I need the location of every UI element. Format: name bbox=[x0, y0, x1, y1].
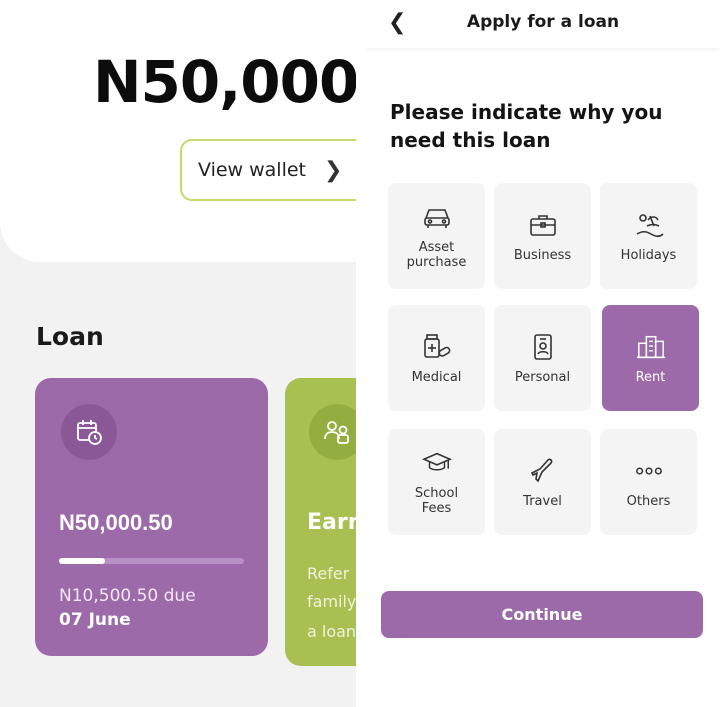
reason-holidays[interactable]: Holidays bbox=[600, 183, 697, 289]
briefcase-icon bbox=[528, 210, 558, 240]
loan-card[interactable]: N50,000.50 N10,500.50 due 07 June bbox=[35, 378, 268, 656]
reason-label: Medical bbox=[411, 369, 462, 385]
earn-text-line: family bbox=[307, 592, 356, 611]
page-title: Apply for a loan bbox=[466, 12, 620, 32]
calendar-clock-icon bbox=[61, 404, 117, 460]
apply-loan-screen: ❮ Apply for a loan Please indicate why y… bbox=[366, 0, 720, 707]
beach-icon bbox=[634, 210, 664, 240]
view-wallet-button[interactable]: View wallet ❯ bbox=[180, 139, 356, 201]
loan-due-amount: N10,500.50 due bbox=[59, 586, 196, 606]
reason-asset-purchase[interactable]: Asset purchase bbox=[388, 183, 485, 289]
loan-amount: N50,000.50 bbox=[59, 510, 173, 535]
loan-section-title: Loan bbox=[36, 322, 104, 351]
earn-title: Earn bbox=[307, 510, 356, 535]
app-header: ❮ Apply for a loan bbox=[366, 0, 720, 48]
repayment-progress-fill bbox=[59, 558, 106, 564]
reason-label: Business bbox=[513, 247, 572, 263]
car-icon bbox=[422, 202, 452, 232]
loan-due-date: 07 June bbox=[59, 610, 131, 630]
buildings-icon bbox=[636, 332, 666, 362]
reason-rent[interactable]: Rent bbox=[602, 305, 699, 411]
balance-panel: N50,000 View wallet ❯ bbox=[0, 0, 356, 262]
id-badge-icon bbox=[528, 332, 558, 362]
earn-card[interactable]: Earn Refer family a loan bbox=[285, 378, 356, 666]
graduation-cap-icon bbox=[421, 448, 452, 478]
reason-label: Others bbox=[626, 493, 671, 509]
users-icon bbox=[309, 404, 356, 460]
dots-icon bbox=[634, 456, 664, 486]
reason-label: School Fees bbox=[414, 486, 459, 516]
continue-button[interactable]: Continue bbox=[381, 591, 703, 638]
reason-personal[interactable]: Personal bbox=[494, 305, 591, 411]
reason-label: Rent bbox=[635, 369, 666, 385]
reason-label: Travel bbox=[523, 493, 562, 509]
reason-travel[interactable]: Travel bbox=[494, 429, 591, 535]
screenshot-divider bbox=[356, 0, 366, 707]
earn-text-line: a loan bbox=[307, 622, 356, 641]
reason-medical[interactable]: Medical bbox=[388, 305, 485, 411]
reason-label: Asset purchase bbox=[406, 240, 467, 270]
reason-others[interactable]: Others bbox=[600, 429, 697, 535]
reason-school-fees[interactable]: School Fees bbox=[388, 429, 485, 535]
wallet-balance: N50,000 bbox=[93, 48, 356, 116]
medicine-icon bbox=[422, 332, 452, 362]
reason-label: Personal bbox=[514, 369, 571, 385]
earn-text-line: Refer bbox=[307, 564, 350, 583]
repayment-progress bbox=[59, 558, 244, 564]
wallet-screen: N50,000 View wallet ❯ Loan N50,000.50 N1… bbox=[0, 0, 356, 707]
chevron-right-icon: ❯ bbox=[324, 157, 343, 183]
view-wallet-label: View wallet bbox=[198, 159, 307, 181]
loan-reason-question: Please indicate why you need this loan bbox=[390, 100, 663, 152]
reason-label: Holidays bbox=[620, 247, 677, 263]
reason-business[interactable]: Business bbox=[494, 183, 591, 289]
airplane-icon bbox=[528, 456, 558, 486]
